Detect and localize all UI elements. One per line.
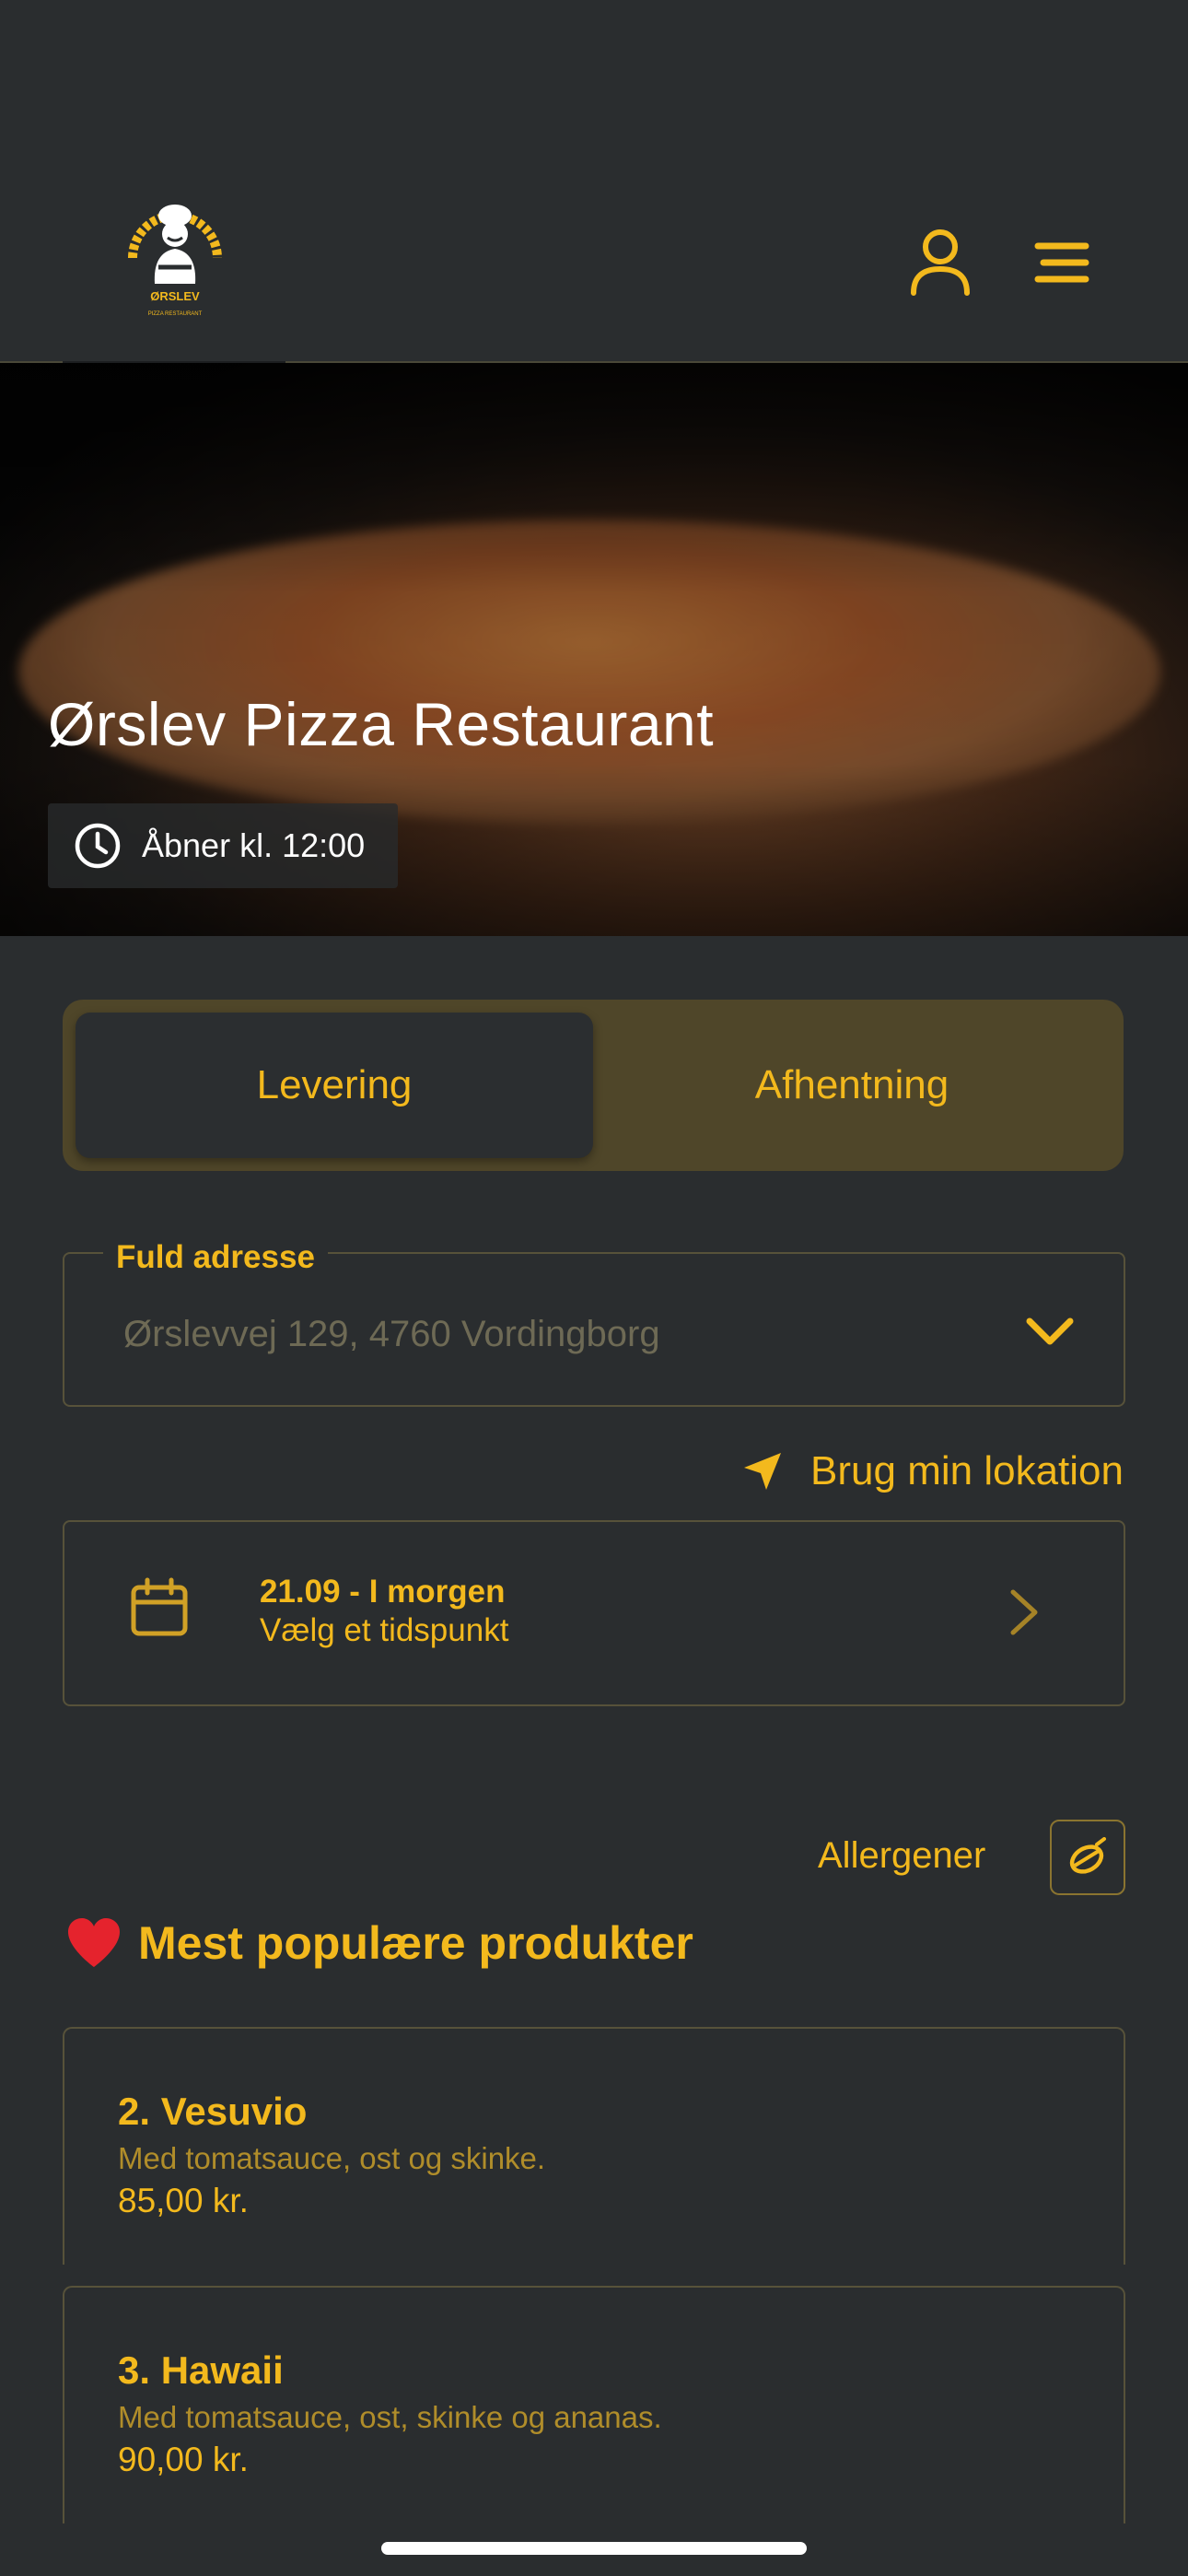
- calendar-icon: [131, 1577, 188, 1636]
- home-indicator[interactable]: [381, 2542, 807, 2555]
- user-icon: [911, 229, 970, 296]
- clock-icon: [75, 823, 121, 869]
- user-account-button[interactable]: [899, 221, 982, 304]
- heart-icon: [68, 1918, 120, 1967]
- product-name: 2. Vesuvio: [118, 2090, 308, 2133]
- restaurant-title: Ørslev Pizza Restaurant: [48, 690, 715, 758]
- menu-icon: [1034, 242, 1089, 283]
- product-description: Med tomatsauce, ost, skinke og ananas.: [118, 2400, 662, 2434]
- hero-banner: Ørslev Pizza Restaurant Åbner kl. 12:00: [0, 363, 1188, 936]
- restaurant-logo[interactable]: ØRSLEV PIZZA RESTAURANT: [120, 193, 230, 322]
- location-arrow-icon: [744, 1453, 782, 1490]
- tab-pickup[interactable]: Afhentning: [593, 1013, 1111, 1158]
- address-label: Fuld adresse: [103, 1239, 328, 1276]
- tab-delivery[interactable]: Levering: [76, 1013, 593, 1158]
- product-price: 85,00 kr.: [118, 2182, 249, 2219]
- opening-hours-badge: Åbner kl. 12:00: [48, 803, 398, 888]
- order-type-toggle: Levering Afhentning: [63, 1000, 1124, 1171]
- product-price: 90,00 kr.: [118, 2441, 249, 2478]
- opening-hours-text: Åbner kl. 12:00: [142, 826, 366, 864]
- allergen-icon: [1069, 1837, 1106, 1874]
- product-card[interactable]: 3. Hawaii Med tomatsauce, ost, skinke og…: [63, 2286, 1125, 2523]
- product-description: Med tomatsauce, ost og skinke.: [118, 2141, 546, 2175]
- chevron-right-icon[interactable]: [1007, 1588, 1041, 1636]
- popular-products-heading: Mest populære produkter: [66, 1916, 693, 1970]
- address-placeholder[interactable]: Ørslevvej 129, 4760 Vordingborg: [123, 1314, 660, 1355]
- allergens-button[interactable]: [1050, 1820, 1125, 1895]
- product-name: 3. Hawaii: [118, 2348, 284, 2392]
- delivery-date: 21.09 - I morgen: [260, 1574, 506, 1610]
- allergens-label[interactable]: Allergener: [818, 1835, 985, 1877]
- use-my-location-label: Brug min lokation: [810, 1448, 1124, 1493]
- product-card[interactable]: 2. Vesuvio Med tomatsauce, ost og skinke…: [63, 2027, 1125, 2265]
- choose-time-prompt: Vælg et tidspunkt: [260, 1612, 509, 1648]
- popular-products-title: Mest populære produkter: [138, 1917, 693, 1969]
- menu-button[interactable]: [1020, 230, 1103, 295]
- chevron-down-icon[interactable]: [1020, 1308, 1079, 1354]
- use-my-location-button[interactable]: Brug min lokation: [740, 1448, 1124, 1494]
- delivery-time-selector[interactable]: [63, 1520, 1125, 1706]
- logo-text: ØRSLEV: [150, 289, 200, 303]
- app-header: ØRSLEV PIZZA RESTAURANT: [0, 0, 1188, 363]
- logo-subtext: PIZZA RESTAURANT: [148, 311, 203, 317]
